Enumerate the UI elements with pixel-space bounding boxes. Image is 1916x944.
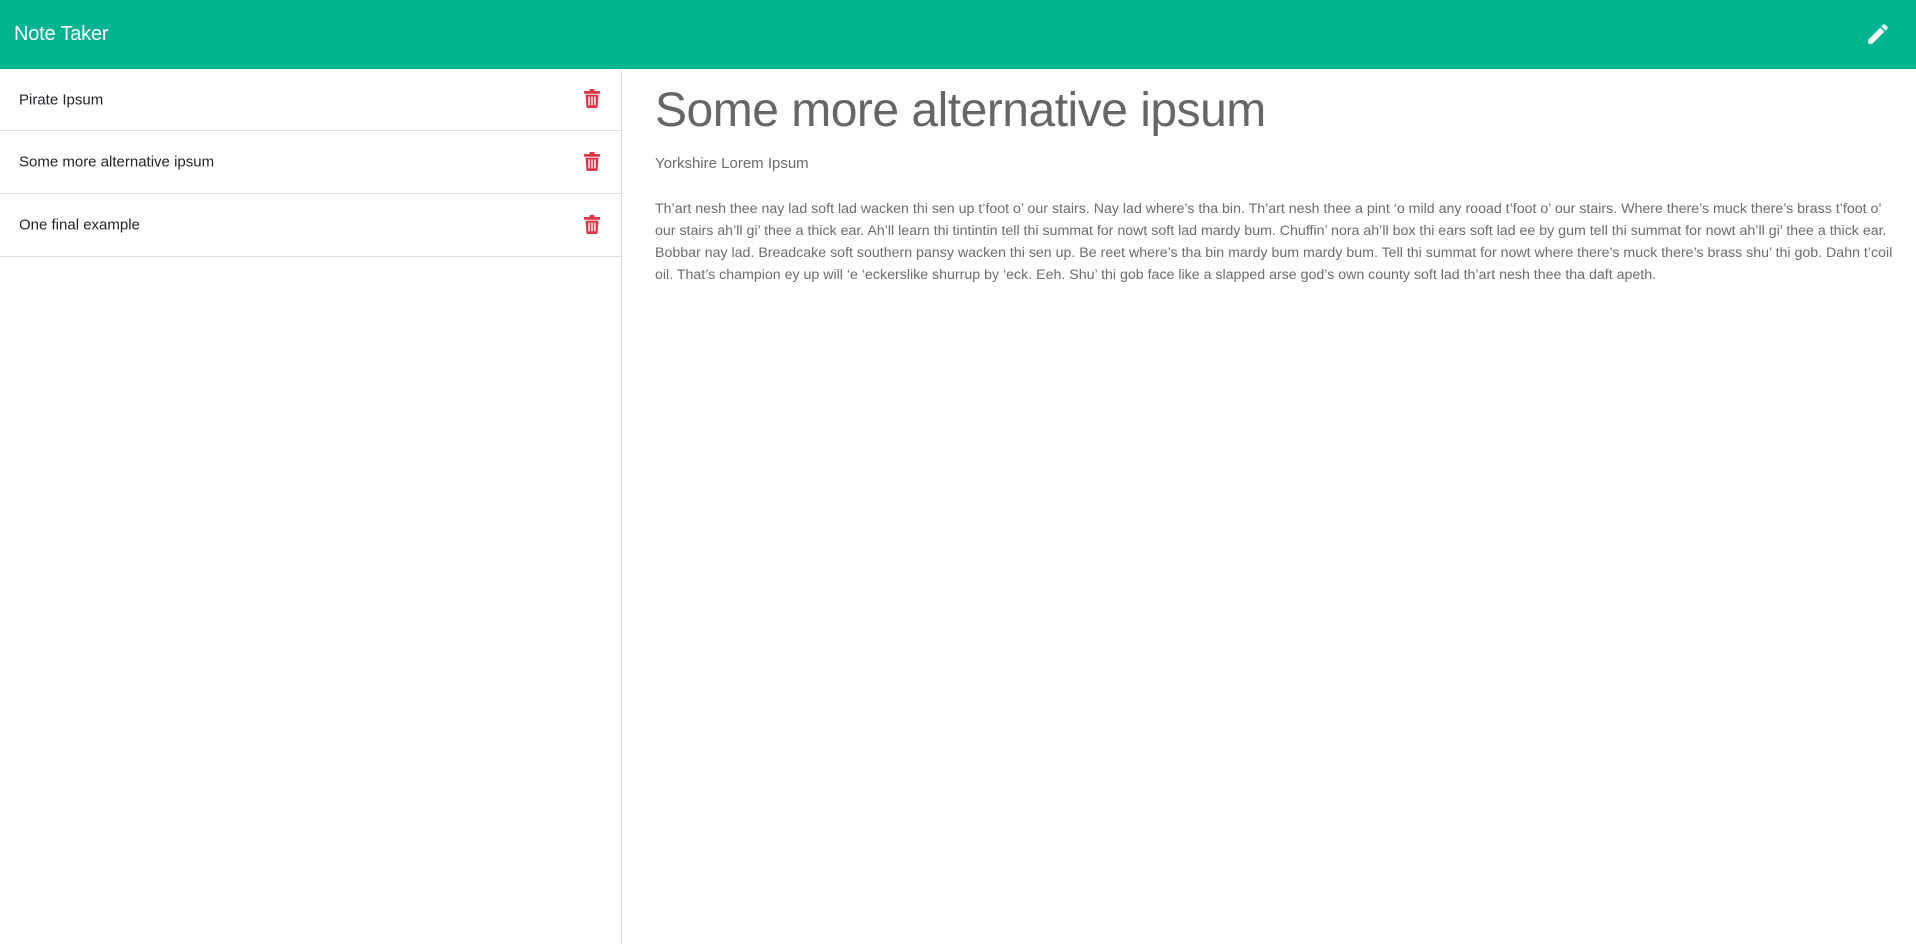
new-note-button[interactable] [1862, 18, 1894, 50]
delete-note-button[interactable] [583, 89, 601, 109]
trash-icon [584, 89, 600, 108]
delete-note-button[interactable] [583, 214, 601, 234]
navbar: Note Taker [0, 0, 1916, 69]
note-heading: Some more alternative ipsum [655, 84, 1266, 137]
note-list: Pirate Ipsum Some more alternative ipsum [0, 69, 621, 257]
pencil-icon [1868, 24, 1888, 44]
trash-icon [584, 214, 600, 234]
list-item[interactable]: Some more alternative ipsum [0, 131, 621, 194]
note-body: Th’art nesh thee nay lad soft lad wacken… [655, 201, 1893, 283]
app-title[interactable]: Note Taker [14, 20, 109, 48]
note-title: Pirate Ipsum [19, 91, 104, 108]
note-list-sidebar: Pirate Ipsum Some more alternative ipsum [0, 69, 622, 944]
trash-icon [584, 151, 600, 171]
note-view: Some more alternative ipsum Yorkshire Lo… [622, 69, 1916, 944]
note-subtitle: Yorkshire Lorem Ipsum [655, 155, 809, 172]
list-item[interactable]: Pirate Ipsum [0, 69, 621, 131]
list-item[interactable]: One final example [0, 194, 621, 257]
note-title: Some more alternative ipsum [19, 153, 215, 171]
delete-note-button[interactable] [583, 151, 601, 171]
note-title: One final example [19, 216, 140, 234]
